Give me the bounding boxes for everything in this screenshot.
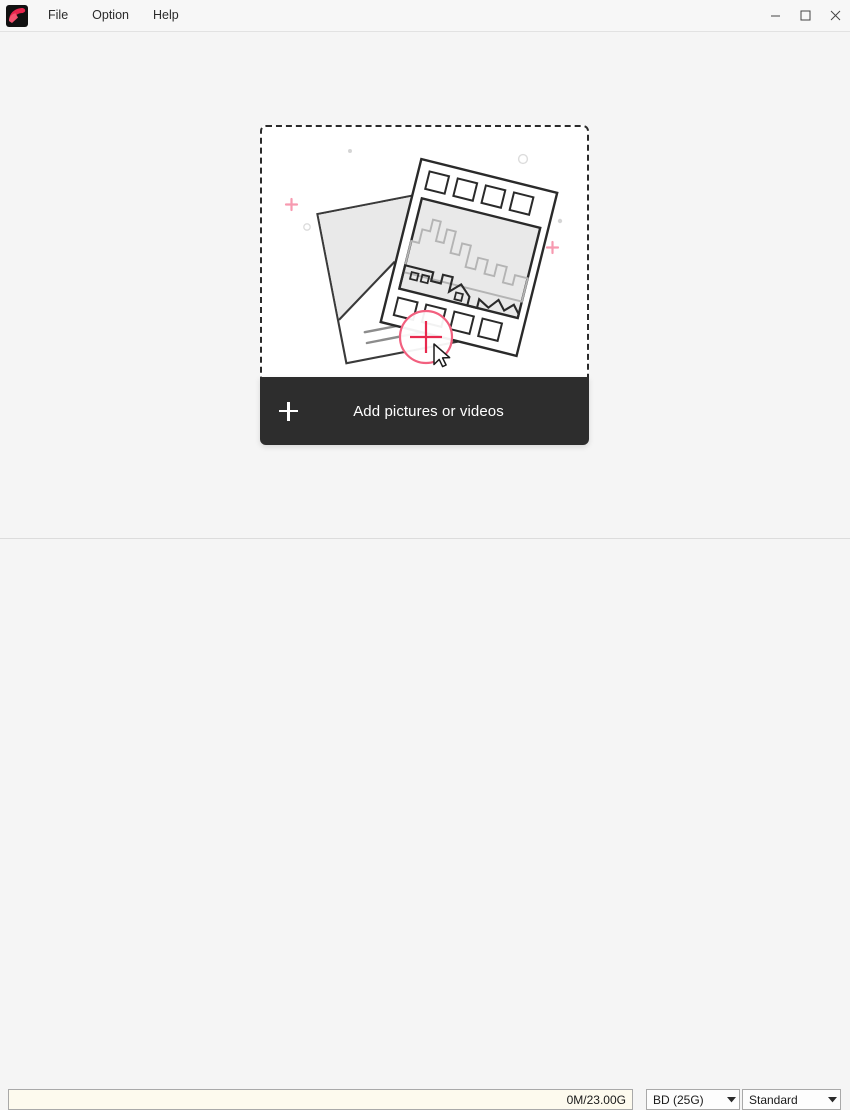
maximize-button[interactable] [790, 0, 820, 32]
menu-help[interactable]: Help [141, 4, 191, 27]
photos-and-filmstrip-illustration [284, 149, 563, 368]
burn-speed-value: Standard [749, 1092, 798, 1107]
add-media-card: Add pictures or videos [260, 125, 589, 445]
capacity-label: 0M/23.00G [566, 1092, 626, 1107]
add-pictures-or-videos-button[interactable]: Add pictures or videos [260, 377, 589, 445]
drop-zone[interactable] [260, 125, 589, 379]
plus-icon [279, 401, 298, 421]
capacity-progress-bar[interactable]: 0M/23.00G [8, 1089, 633, 1110]
window-controls [760, 0, 850, 32]
add-button-label: Add pictures or videos [353, 402, 504, 420]
app-logo-icon [6, 4, 28, 27]
chevron-down-icon [723, 1090, 739, 1109]
chevron-down-icon [824, 1090, 840, 1109]
disc-type-value: BD (25G) [653, 1092, 704, 1107]
title-bar: File Option Help [0, 0, 850, 32]
burn-speed-dropdown[interactable]: Standard [742, 1089, 841, 1110]
maximize-icon [800, 10, 810, 21]
close-icon [830, 10, 840, 21]
menu-option[interactable]: Option [80, 4, 141, 27]
menu-file[interactable]: File [36, 4, 80, 27]
bottom-bar: 0M/23.00G BD (25G) Standard [0, 539, 850, 1110]
main-canvas: Add pictures or videos [0, 32, 850, 538]
minimize-icon [770, 15, 780, 17]
close-button[interactable] [820, 0, 850, 32]
disc-type-dropdown[interactable]: BD (25G) [646, 1089, 740, 1110]
minimize-button[interactable] [760, 0, 790, 32]
